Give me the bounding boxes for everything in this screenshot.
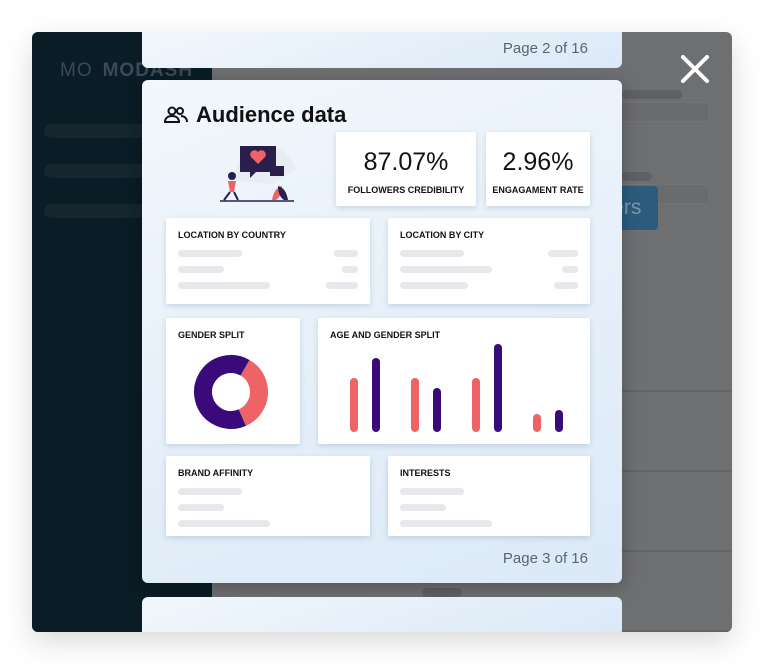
interests-card: INTERESTS [388,456,590,536]
bar [350,378,358,432]
engagement-rate-card: 2.96% ENGAGAMENT RATE [486,132,590,206]
bar [472,378,480,432]
bar [433,388,441,432]
followers-credibility-card: 87.07% FOLLOWERS CREDIBILITY [336,132,476,206]
brand-affinity-card: BRAND AFFINITY [166,456,370,536]
age-gender-bar-chart [350,344,563,432]
location-by-country-card: LOCATION BY COUNTRY [166,218,370,304]
close-icon[interactable] [678,52,712,86]
gender-split-card: GENDER SPLIT [166,318,300,444]
age-gender-split-card: AGE AND GENDER SPLIT [318,318,590,444]
report-title: Audience data [164,102,346,128]
gender-split-donut [194,355,268,430]
report-page-next [142,597,622,632]
audience-icon [164,106,188,123]
filter-field[interactable] [612,102,710,122]
location-by-city-card: LOCATION BY CITY [388,218,590,304]
bar [494,344,502,432]
bar [533,414,541,432]
page-number: Page 3 of 16 [502,550,588,567]
page-number: Page 2 of 16 [502,40,588,57]
report-page-previous: Page 2 of 16 [142,32,622,68]
bar [555,410,563,432]
bar [372,358,380,432]
illustration [220,146,297,202]
report-page-current: Audience data 87.07% FOLLOWERS CREDIBILI… [142,80,622,583]
bar [411,378,419,432]
